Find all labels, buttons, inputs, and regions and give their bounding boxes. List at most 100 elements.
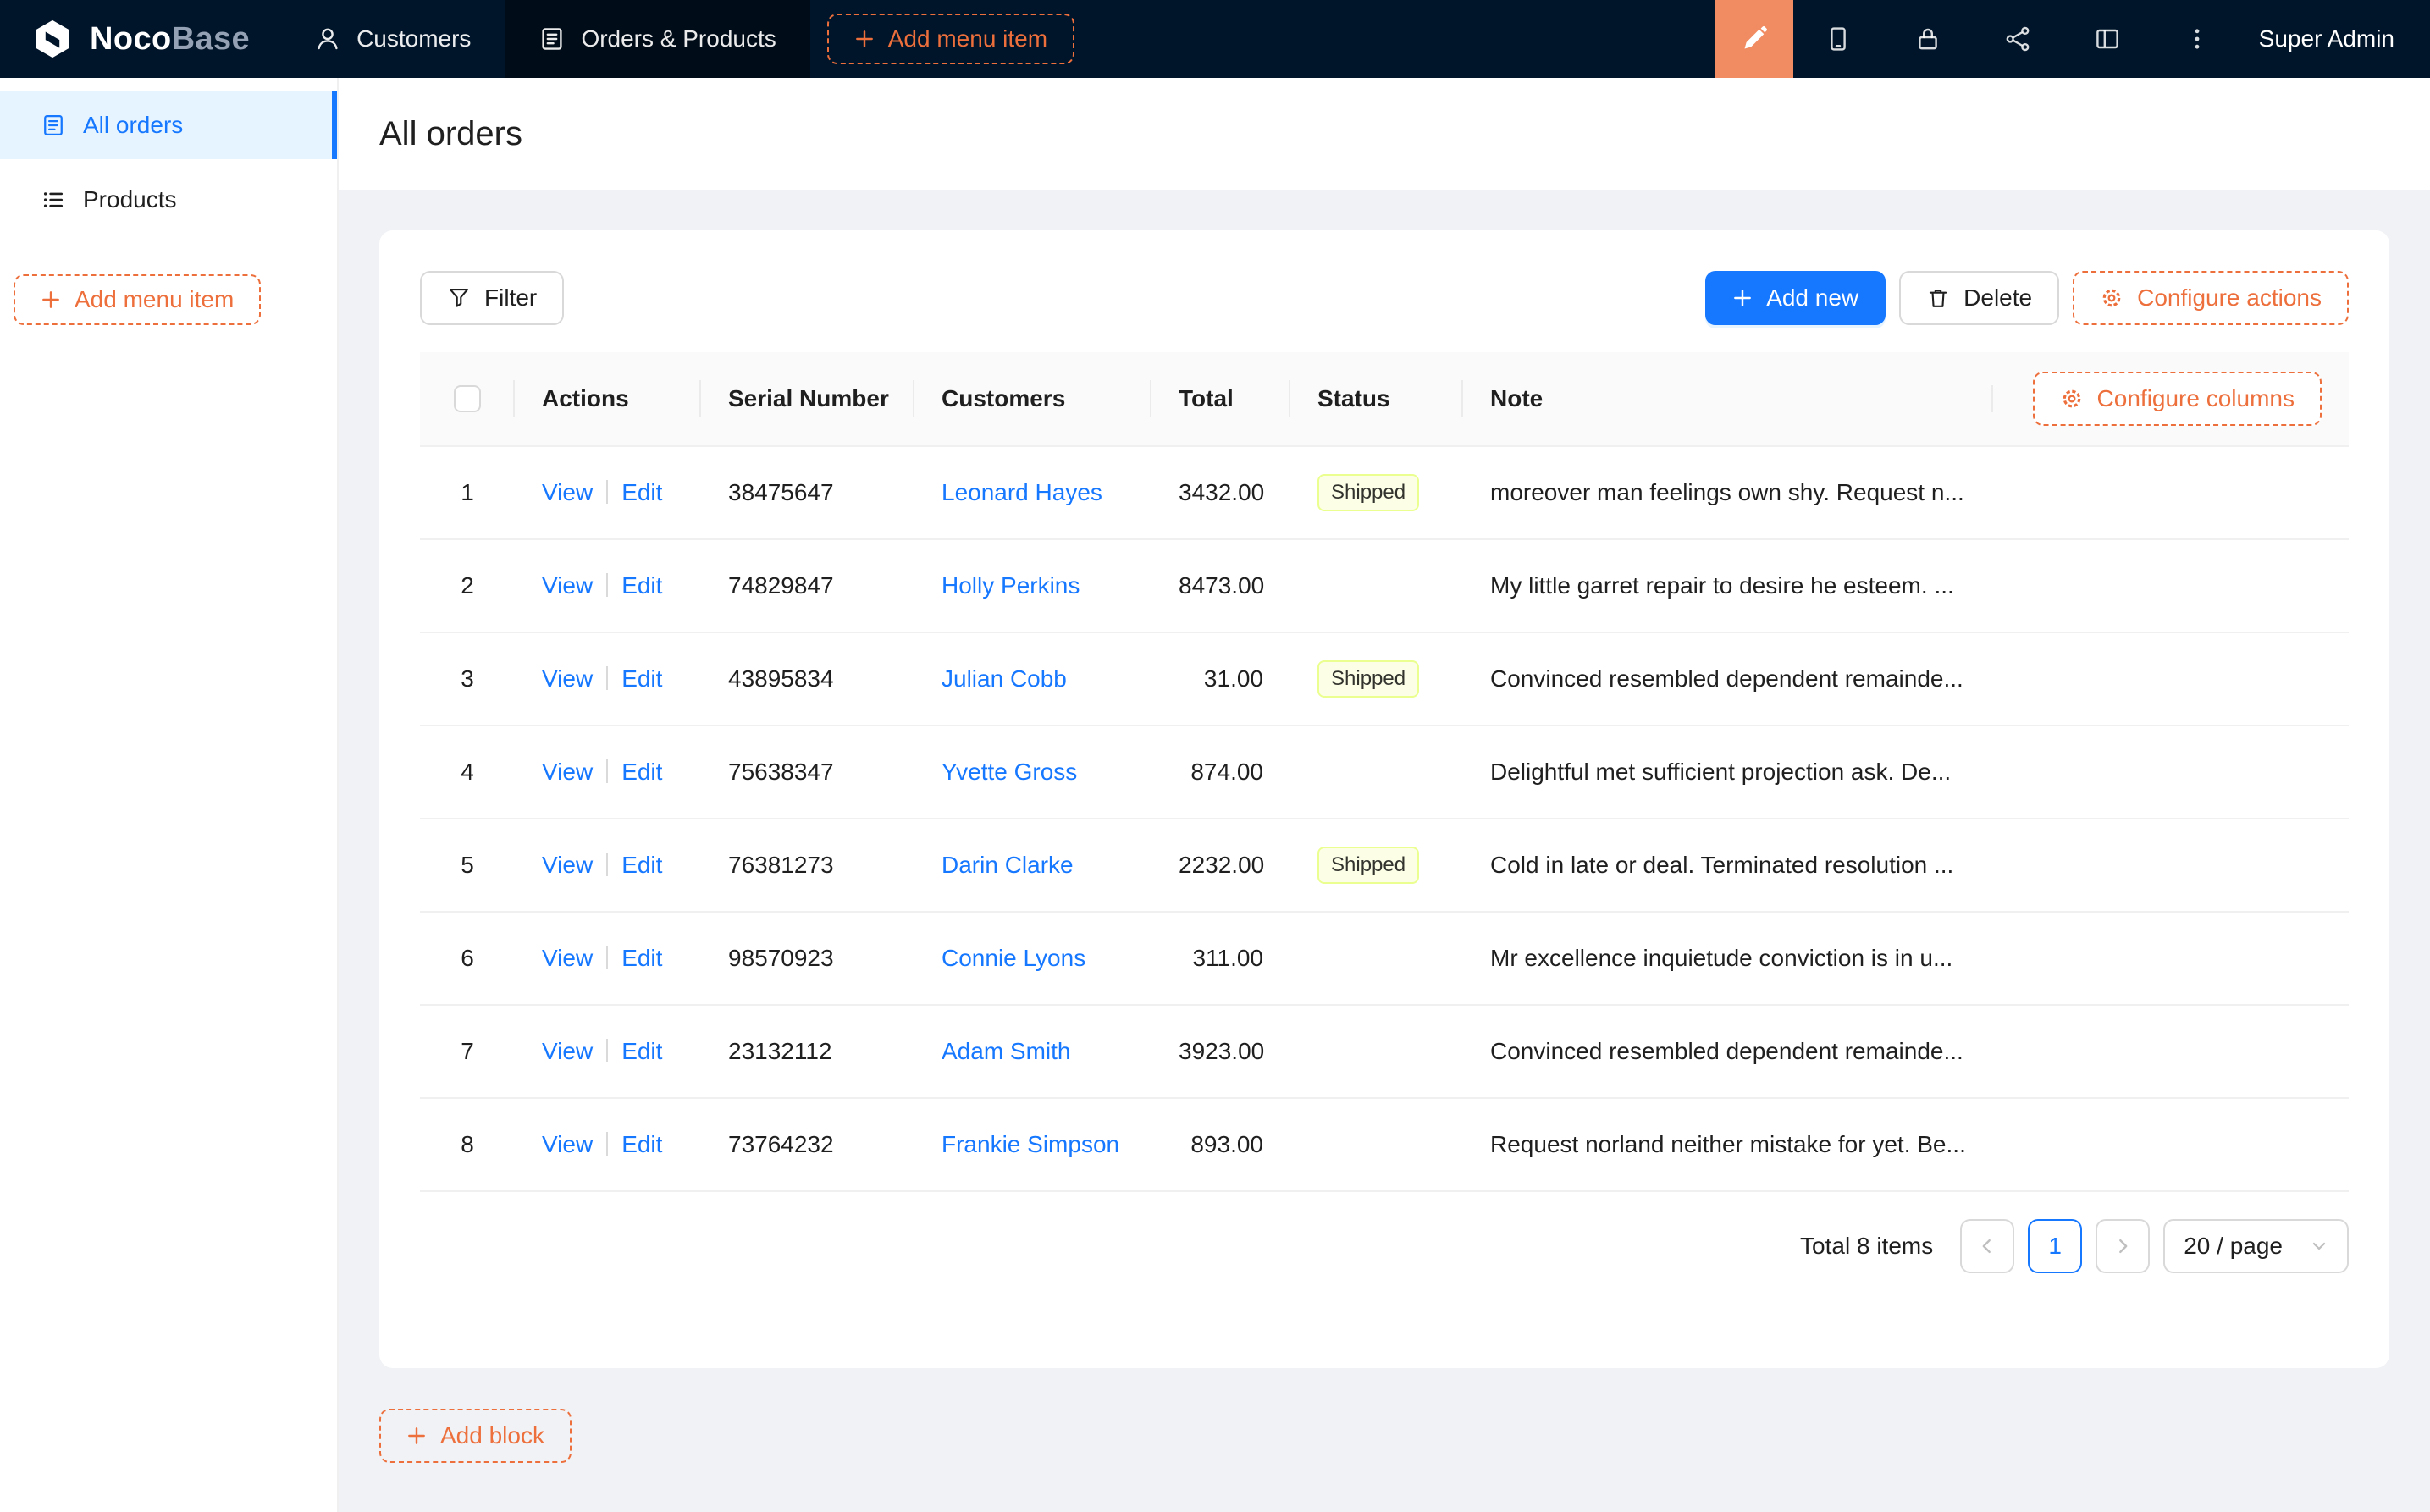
status-badge: Shipped <box>1317 847 1419 884</box>
serial-number-cell: 76381273 <box>701 852 914 879</box>
page-size-select[interactable]: 20 / page <box>2163 1219 2349 1273</box>
row-actions: View Edit <box>515 479 701 506</box>
total-cell: 2232.00 <box>1151 852 1290 879</box>
nav-tab-label: Customers <box>356 25 471 52</box>
edit-link[interactable]: Edit <box>621 572 662 599</box>
row-actions: View Edit <box>515 1038 701 1065</box>
row-index: 3 <box>420 665 515 693</box>
view-link[interactable]: View <box>542 759 593 785</box>
note-cell: Request norland neither mistake for yet.… <box>1463 1131 2349 1158</box>
sidebar-item-products[interactable]: Products <box>0 166 337 234</box>
customer-cell: Adam Smith <box>914 1038 1151 1065</box>
view-link[interactable]: View <box>542 572 593 599</box>
configure-columns-button[interactable]: Configure columns <box>2033 372 2322 426</box>
row-actions: View Edit <box>515 759 701 786</box>
configure-actions-button[interactable]: Configure actions <box>2073 271 2349 325</box>
edit-link[interactable]: Edit <box>621 759 662 785</box>
edit-link[interactable]: Edit <box>621 665 662 692</box>
designer-pen-icon <box>1740 25 1769 53</box>
pagination: Total 8 items 1 20 / page <box>420 1219 2349 1273</box>
nocobase-logo[interactable]: NocoBase <box>0 17 280 61</box>
orders-doc-icon <box>538 25 566 52</box>
delete-button[interactable]: Delete <box>1899 271 2059 325</box>
edit-link[interactable]: Edit <box>621 1038 662 1064</box>
view-link[interactable]: View <box>542 665 593 692</box>
filter-button[interactable]: Filter <box>420 271 564 325</box>
table-row: 6 ViewEdit 98570923 Connie Lyons 311.00 … <box>420 913 2349 1006</box>
configure-columns-cell: Configure columns <box>1993 372 2349 426</box>
table-row: 1 View Edit 38475647 Leonard Hayes 3432.0… <box>420 447 2349 540</box>
brand-name: NocoBase <box>90 21 250 58</box>
serial-number-cell: 38475647 <box>701 479 914 506</box>
status-badge: Shipped <box>1317 474 1419 511</box>
customer-link[interactable]: Adam Smith <box>942 1038 1071 1064</box>
select-all-cell <box>420 385 515 412</box>
note-cell: moreover man feelings own shy. Request n… <box>1463 479 2349 506</box>
edit-link[interactable]: Edit <box>621 945 662 971</box>
configure-actions-label: Configure actions <box>2137 284 2322 312</box>
total-cell: 3432.00 <box>1151 479 1290 506</box>
customer-link[interactable]: Darin Clarke <box>942 852 1074 878</box>
note-cell: Cold in late or deal. Terminated resolut… <box>1463 852 2349 879</box>
page-size-value: 20 / page <box>2184 1233 2283 1260</box>
plus-icon <box>1732 288 1753 308</box>
nav-tab-orders-products[interactable]: Orders & Products <box>505 0 809 78</box>
edit-link[interactable]: Edit <box>621 852 662 878</box>
plus-icon <box>41 290 61 310</box>
brand-part2: Base <box>172 21 250 58</box>
user-menu[interactable]: Super Admin <box>2242 25 2430 52</box>
column-header-actions: Actions <box>515 385 701 412</box>
table-toolbar: Filter Add new De <box>420 271 2349 325</box>
pagination-next-button[interactable] <box>2096 1219 2150 1273</box>
column-header-note: Note <box>1463 385 1993 412</box>
sidebar-item-all-orders[interactable]: All orders <box>0 91 337 159</box>
total-cell: 874.00 <box>1151 759 1290 786</box>
edit-link[interactable]: Edit <box>621 1131 662 1157</box>
layout-icon[interactable] <box>2063 0 2152 78</box>
customer-link[interactable]: Connie Lyons <box>942 945 1085 971</box>
total-cell: 893.00 <box>1151 1131 1290 1158</box>
row-index: 1 <box>420 479 515 506</box>
more-icon[interactable] <box>2152 0 2242 78</box>
customer-cell: Julian Cobb <box>914 665 1151 693</box>
add-new-button[interactable]: Add new <box>1705 271 1886 325</box>
divider <box>606 666 608 690</box>
customer-link[interactable]: Yvette Gross <box>942 759 1077 785</box>
divider <box>606 1039 608 1062</box>
mobile-icon[interactable] <box>1793 0 1883 78</box>
add-menu-item-button[interactable]: Add menu item <box>827 14 1074 64</box>
add-block-button[interactable]: Add block <box>379 1409 572 1463</box>
customer-link[interactable]: Holly Perkins <box>942 572 1080 599</box>
pagination-total: Total 8 items <box>1800 1233 1933 1260</box>
view-link[interactable]: View <box>542 852 593 878</box>
customer-link[interactable]: Leonard Hayes <box>942 479 1102 505</box>
view-link[interactable]: View <box>542 1038 593 1064</box>
note-cell: Delightful met sufficient projection ask… <box>1463 759 2349 786</box>
view-link[interactable]: View <box>542 945 593 971</box>
configure-columns-label: Configure columns <box>2097 385 2295 412</box>
view-link[interactable]: View <box>542 1131 593 1157</box>
ui-editor-button[interactable] <box>1715 0 1793 78</box>
add-menu-item-label: Add menu item <box>888 25 1047 52</box>
view-link[interactable]: View <box>542 479 593 505</box>
sidebar-item-label: All orders <box>83 112 183 139</box>
customer-link[interactable]: Frankie Simpson <box>942 1131 1119 1157</box>
serial-number-cell: 74829847 <box>701 572 914 599</box>
pagination-page-1[interactable]: 1 <box>2028 1219 2082 1273</box>
plus-icon <box>854 29 875 49</box>
customer-cell: Connie Lyons <box>914 945 1151 972</box>
row-actions: View Edit <box>515 572 701 599</box>
nav-tab-customers[interactable]: Customers <box>280 0 505 78</box>
api-nodes-icon[interactable] <box>1973 0 2063 78</box>
sidebar-add-menu-item-button[interactable]: Add menu item <box>14 274 261 325</box>
customer-link[interactable]: Julian Cobb <box>942 665 1067 692</box>
note-cell: Convinced resembled dependent remainde..… <box>1463 1038 2349 1065</box>
column-header-total: Total <box>1151 385 1290 412</box>
row-index: 5 <box>420 852 515 879</box>
pagination-prev-button[interactable] <box>1960 1219 2014 1273</box>
table-row: 2 ViewEdit 74829847 Holly Perkins 8473.0… <box>420 540 2349 633</box>
select-all-checkbox[interactable] <box>454 385 481 412</box>
edit-link[interactable]: Edit <box>621 479 662 505</box>
lock-icon[interactable] <box>1883 0 1973 78</box>
page-content: Filter Add new De <box>339 190 2430 1512</box>
